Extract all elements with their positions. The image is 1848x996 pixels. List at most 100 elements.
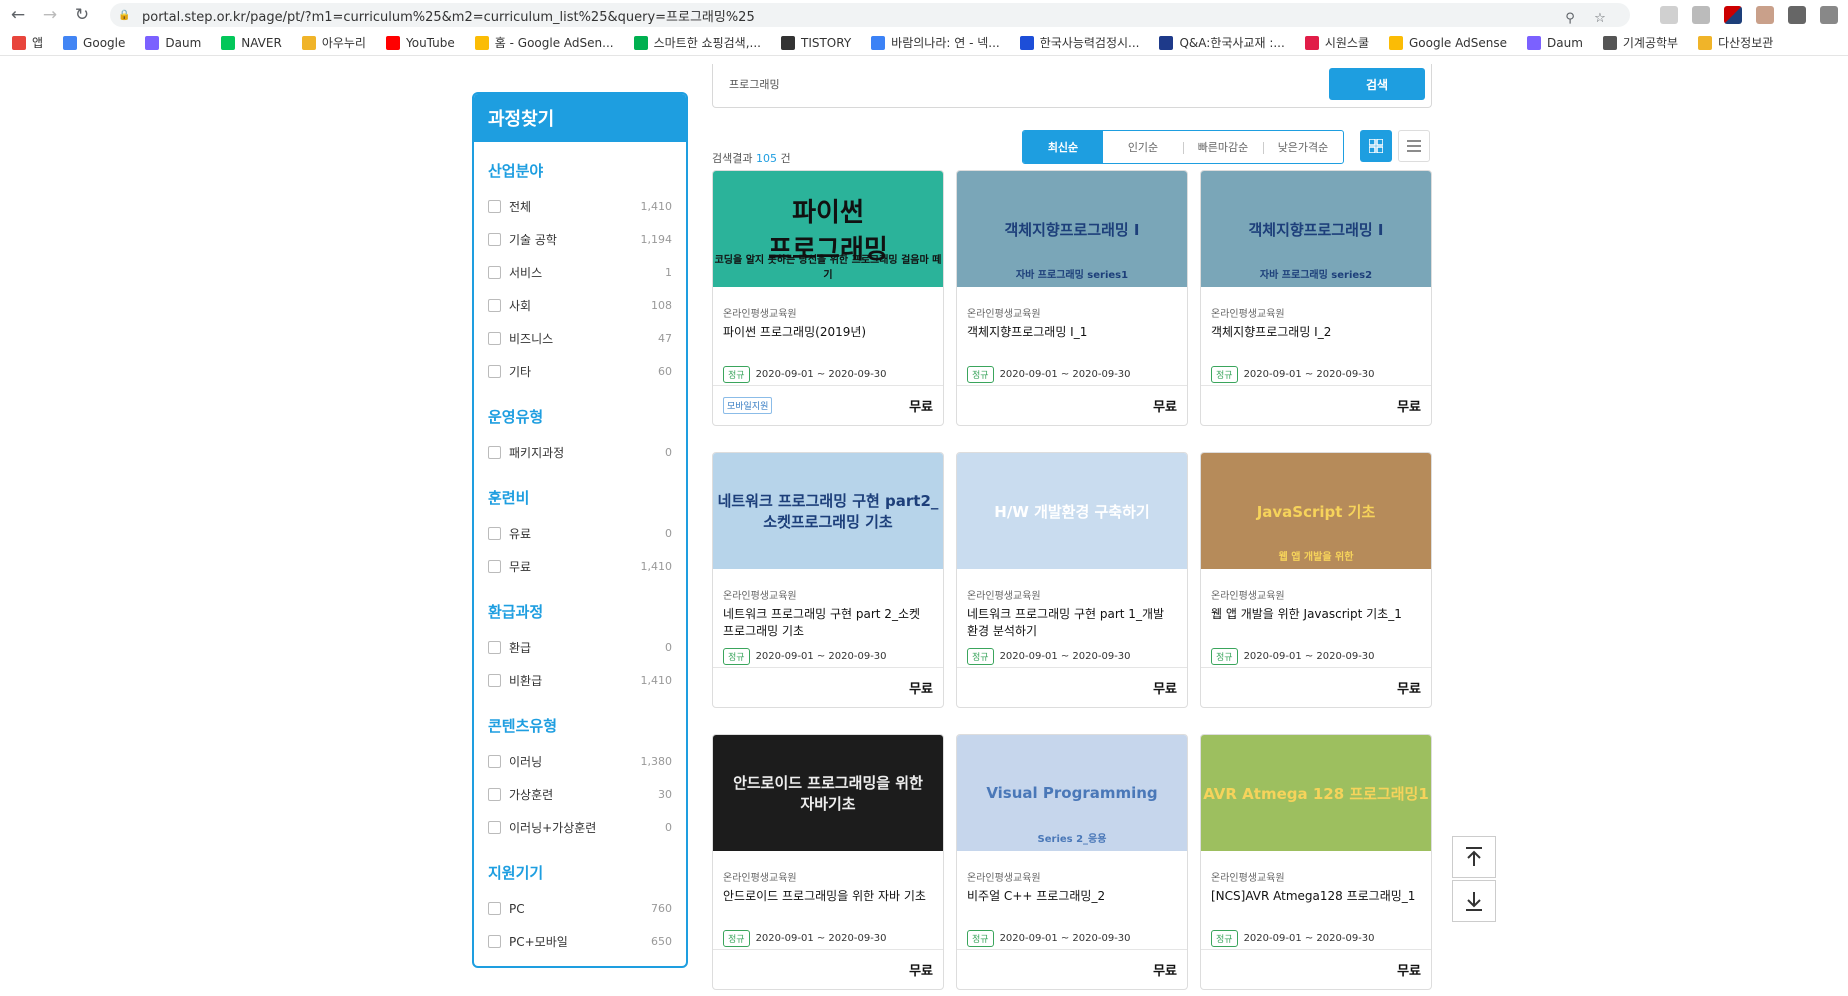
extension-icon[interactable] (1660, 6, 1678, 24)
course-thumbnail[interactable]: 객체지향프로그래밍 I 자바 프로그래밍 series2 (1201, 171, 1431, 287)
bookmark-item[interactable]: 한국사능력검정시... (1019, 34, 1139, 51)
course-thumbnail[interactable]: Visual Programming Series 2_응용 (957, 735, 1187, 851)
checkbox[interactable] (488, 788, 501, 801)
course-title[interactable]: 파이썬 프로그래밍(2019년) (723, 324, 933, 358)
course-card[interactable]: 객체지향프로그래밍 I 자바 프로그래밍 series1 온라인평생교육원 객체지향프… (956, 170, 1188, 426)
address-bar[interactable]: 🔒 portal.step.or.kr/page/pt/?m1=curricul… (110, 3, 1630, 27)
course-title[interactable]: 비주얼 C++ 프로그래밍_2 (967, 888, 1177, 922)
bookmark-item[interactable]: Google (63, 35, 125, 50)
zoom-icon[interactable]: ⚲ (1560, 8, 1580, 28)
course-title[interactable]: 네트워크 프로그래밍 구현 part 1_개발 환경 분석하기 (967, 606, 1177, 640)
extension-icon[interactable] (1692, 6, 1710, 24)
url-text[interactable]: portal.step.or.kr/page/pt/?m1=curriculum… (142, 6, 755, 25)
bookmark-item[interactable]: 시원스쿨 (1304, 34, 1369, 51)
course-card[interactable]: 안드로이드 프로그래밍을 위한 자바기초 온라인평생교육원 안드로이드 프로그래밍을… (712, 734, 944, 990)
course-title[interactable]: 안드로이드 프로그래밍을 위한 자바 기초 (723, 888, 933, 922)
checkbox[interactable] (488, 299, 501, 312)
filter-option[interactable]: 사회 108 (488, 289, 672, 322)
filter-option[interactable]: 기술 공학 1,194 (488, 223, 672, 256)
sort-tab[interactable]: 낮은가격순 (1263, 131, 1343, 163)
checkbox[interactable] (488, 935, 501, 948)
forward-icon[interactable]: → (36, 1, 64, 29)
filter-option[interactable]: 기타 60 (488, 355, 672, 388)
extension-icon[interactable] (1724, 6, 1742, 24)
bookmark-item[interactable]: 홈 - Google AdSen... (474, 34, 614, 51)
extension-icon[interactable] (1756, 6, 1774, 24)
filter-option[interactable]: 이러닝 1,380 (488, 745, 672, 778)
course-card[interactable]: JavaScript 기초 웹 앱 개발을 위한 온라인평생교육원 웹 앱 개발을 위… (1200, 452, 1432, 708)
course-title[interactable]: [NCS]AVR Atmega128 프로그래밍_1 (1211, 888, 1421, 922)
checkbox[interactable] (488, 560, 501, 573)
sort-tab[interactable]: 인기순 (1103, 131, 1183, 163)
checkbox[interactable] (488, 365, 501, 378)
bookmark-item[interactable]: NAVER (221, 35, 282, 50)
filter-option[interactable]: 비환급 1,410 (488, 664, 672, 697)
back-icon[interactable]: ← (4, 1, 32, 29)
sort-tab[interactable]: 빠른마감순 (1183, 131, 1263, 163)
course-card[interactable]: 객체지향프로그래밍 I 자바 프로그래밍 series2 온라인평생교육원 객체지향프… (1200, 170, 1432, 426)
bookmark-item[interactable]: TISTORY (780, 35, 851, 50)
bookmark-icon (385, 35, 400, 50)
bookmark-item[interactable]: 바람의나라: 연 - 넥... (871, 34, 1000, 51)
reload-icon[interactable]: ↻ (68, 1, 96, 29)
search-button[interactable]: 검색 (1329, 68, 1425, 100)
search-input[interactable]: 프로그래밍 (729, 76, 780, 92)
course-card[interactable]: AVR Atmega 128 프로그래밍1 온라인평생교육원 [NCS]AVR At… (1200, 734, 1432, 990)
checkbox[interactable] (488, 641, 501, 654)
course-card[interactable]: 네트워크 프로그래밍 구현 part2_소켓프로그래밍 기초 온라인평생교육원 네트… (712, 452, 944, 708)
course-thumbnail[interactable]: 파이썬 프로그래밍 코딩을 알지 못하는 당신을 위한 프로그래밍 걸음마 떼기 (713, 171, 943, 287)
bookmark-item[interactable]: Daum (145, 35, 201, 50)
bookmark-item[interactable]: 앱 (12, 34, 43, 51)
course-thumbnail[interactable]: 객체지향프로그래밍 I 자바 프로그래밍 series1 (957, 171, 1187, 287)
checkbox[interactable] (488, 233, 501, 246)
list-view-icon[interactable] (1398, 130, 1430, 162)
course-thumbnail[interactable]: JavaScript 기초 웹 앱 개발을 위한 (1201, 453, 1431, 569)
puzzle-icon[interactable] (1788, 6, 1806, 24)
filter-option[interactable]: 전체 1,410 (488, 190, 672, 223)
checkbox[interactable] (488, 821, 501, 834)
bookmark-item[interactable]: 아우누리 (301, 34, 366, 51)
course-card[interactable]: 파이썬 프로그래밍 코딩을 알지 못하는 당신을 위한 프로그래밍 걸음마 떼기 온… (712, 170, 944, 426)
course-card[interactable]: H/W 개발환경 구축하기 온라인평생교육원 네트워크 프로그래밍 구현 part … (956, 452, 1188, 708)
filter-option[interactable]: 서비스 1 (488, 256, 672, 289)
checkbox[interactable] (488, 200, 501, 213)
bookmark-item[interactable]: 스마트한 쇼핑검색,... (633, 34, 761, 51)
course-title[interactable]: 네트워크 프로그래밍 구현 part 2_소켓 프로그래밍 기초 (723, 606, 933, 640)
filter-option[interactable]: 무료 1,410 (488, 550, 672, 583)
checkbox[interactable] (488, 266, 501, 279)
checkbox[interactable] (488, 674, 501, 687)
course-title[interactable]: 객체지향프로그래밍 I_2 (1211, 324, 1421, 358)
bookmark-item[interactable]: Q&A:한국사교재 :... (1159, 34, 1285, 51)
grid-view-icon[interactable] (1360, 130, 1392, 162)
filter-option[interactable]: 패키지과정 0 (488, 436, 672, 469)
filter-option[interactable]: PC 760 (488, 892, 672, 925)
course-thumbnail[interactable]: AVR Atmega 128 프로그래밍1 (1201, 735, 1431, 851)
sort-tab[interactable]: 최신순 (1023, 131, 1103, 163)
course-title[interactable]: 객체지향프로그래밍 I_1 (967, 324, 1177, 358)
checkbox[interactable] (488, 527, 501, 540)
scroll-bottom-icon[interactable] (1452, 880, 1496, 922)
checkbox[interactable] (488, 755, 501, 768)
course-title[interactable]: 웹 앱 개발을 위한 Javascript 기초_1 (1211, 606, 1421, 640)
filter-option[interactable]: 유료 0 (488, 517, 672, 550)
checkbox[interactable] (488, 332, 501, 345)
checkbox[interactable] (488, 446, 501, 459)
bookmark-item[interactable]: 기계공학부 (1602, 34, 1678, 51)
course-thumbnail[interactable]: 네트워크 프로그래밍 구현 part2_소켓프로그래밍 기초 (713, 453, 943, 569)
bookmark-item[interactable]: 다산정보관 (1698, 34, 1773, 51)
filter-option[interactable]: 환급 0 (488, 631, 672, 664)
course-thumbnail[interactable]: 안드로이드 프로그래밍을 위한 자바기초 (713, 735, 943, 851)
course-thumbnail[interactable]: H/W 개발환경 구축하기 (957, 453, 1187, 569)
bookmark-item[interactable]: YouTube (385, 35, 455, 50)
bookmark-item[interactable]: Google AdSense (1389, 35, 1507, 50)
bookmark-item[interactable]: Daum (1527, 35, 1583, 50)
scroll-top-icon[interactable] (1452, 836, 1496, 878)
checkbox[interactable] (488, 902, 501, 915)
filter-option[interactable]: PC+모바일 650 (488, 925, 672, 958)
filter-option[interactable]: 비즈니스 47 (488, 322, 672, 355)
course-card[interactable]: Visual Programming Series 2_응용 온라인평생교육원 비주얼… (956, 734, 1188, 990)
star-icon[interactable]: ☆ (1590, 8, 1610, 28)
menu-icon[interactable] (1820, 6, 1838, 24)
filter-option[interactable]: 이러닝+가상훈련 0 (488, 811, 672, 844)
filter-option[interactable]: 가상훈련 30 (488, 778, 672, 811)
